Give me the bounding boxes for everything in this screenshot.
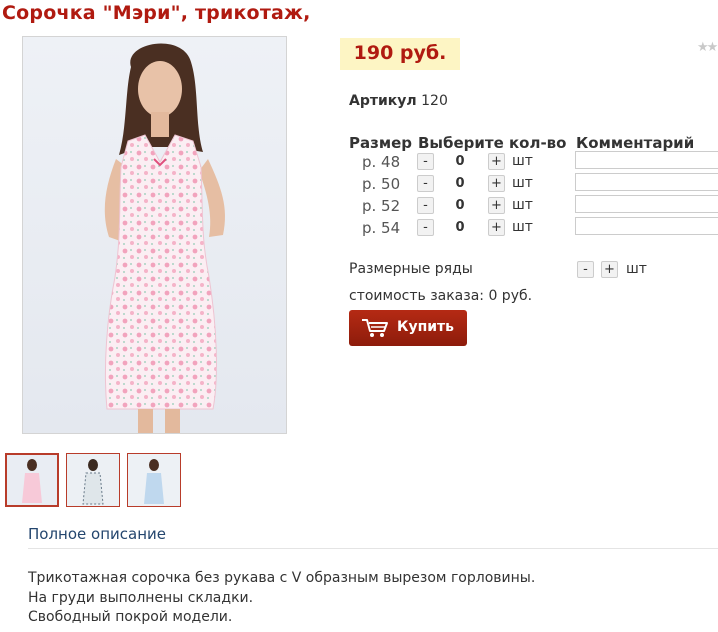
column-header-qty: Выберите кол-во bbox=[418, 134, 567, 152]
size-label: р. 48 bbox=[362, 153, 401, 171]
increase-button[interactable]: + bbox=[488, 175, 505, 192]
unit-label: шт bbox=[512, 153, 533, 169]
buy-button-label: Купить bbox=[397, 319, 455, 335]
unit-label: шт bbox=[512, 175, 533, 191]
full-description-link[interactable]: Полное описание bbox=[28, 525, 166, 543]
size-rows-unit: шт bbox=[626, 261, 647, 277]
sku: Артикул 120 bbox=[349, 93, 448, 109]
unit-label: шт bbox=[512, 197, 533, 213]
description-line: На груди выполнены складки. bbox=[28, 590, 254, 606]
divider bbox=[28, 548, 718, 549]
size-row: р. 48 - 0 + шт bbox=[0, 151, 718, 173]
buy-button[interactable]: Купить bbox=[349, 310, 467, 346]
quantity-value[interactable]: 0 bbox=[448, 198, 472, 213]
comment-input[interactable] bbox=[575, 173, 718, 191]
unit-label: шт bbox=[512, 219, 533, 235]
increase-button[interactable]: + bbox=[488, 153, 505, 170]
column-header-size: Размер bbox=[349, 134, 413, 152]
increase-button[interactable]: + bbox=[488, 219, 505, 236]
sku-value: 120 bbox=[421, 93, 448, 109]
cart-icon bbox=[361, 318, 389, 342]
size-row: р. 54 - 0 + шт bbox=[0, 217, 718, 239]
decrease-button[interactable]: - bbox=[417, 175, 434, 192]
sku-label: Артикул bbox=[349, 93, 417, 109]
order-cost: стоимость заказа: 0 руб. bbox=[349, 288, 533, 304]
decrease-button[interactable]: - bbox=[417, 197, 434, 214]
size-rows-increase-button[interactable]: + bbox=[601, 261, 618, 278]
thumbnail[interactable] bbox=[5, 453, 59, 507]
size-label: р. 52 bbox=[362, 197, 401, 215]
increase-button[interactable]: + bbox=[488, 197, 505, 214]
thumbnail-photo bbox=[67, 454, 119, 506]
comment-input[interactable] bbox=[575, 217, 718, 235]
column-header-comment: Комментарий bbox=[576, 134, 695, 152]
size-label: р. 54 bbox=[362, 219, 401, 237]
thumbnail[interactable] bbox=[127, 453, 181, 507]
size-rows-label: Размерные ряды bbox=[349, 261, 473, 277]
comment-input[interactable] bbox=[575, 151, 718, 169]
quantity-value[interactable]: 0 bbox=[448, 176, 472, 191]
rating-stars[interactable]: ★★ bbox=[697, 40, 718, 55]
quantity-value[interactable]: 0 bbox=[448, 154, 472, 169]
price-value: 190 руб. bbox=[353, 42, 447, 64]
thumbnail-photo bbox=[7, 455, 57, 505]
size-label: р. 50 bbox=[362, 175, 401, 193]
price-badge: 190 руб. bbox=[340, 38, 460, 70]
thumbnail-photo bbox=[128, 454, 180, 506]
description-line: Свободный покрой модели. bbox=[28, 609, 233, 625]
quantity-value[interactable]: 0 bbox=[448, 220, 472, 235]
comment-input[interactable] bbox=[575, 195, 718, 213]
size-row: р. 50 - 0 + шт bbox=[0, 173, 718, 195]
description-line: Трикотажная сорочка без рукава с V образ… bbox=[28, 570, 536, 586]
decrease-button[interactable]: - bbox=[417, 153, 434, 170]
size-rows-decrease-button[interactable]: - bbox=[577, 261, 594, 278]
thumbnail[interactable] bbox=[66, 453, 120, 507]
decrease-button[interactable]: - bbox=[417, 219, 434, 236]
product-title: Сорочка "Мэри", трикотаж, bbox=[2, 2, 311, 24]
size-row: р. 52 - 0 + шт bbox=[0, 195, 718, 217]
